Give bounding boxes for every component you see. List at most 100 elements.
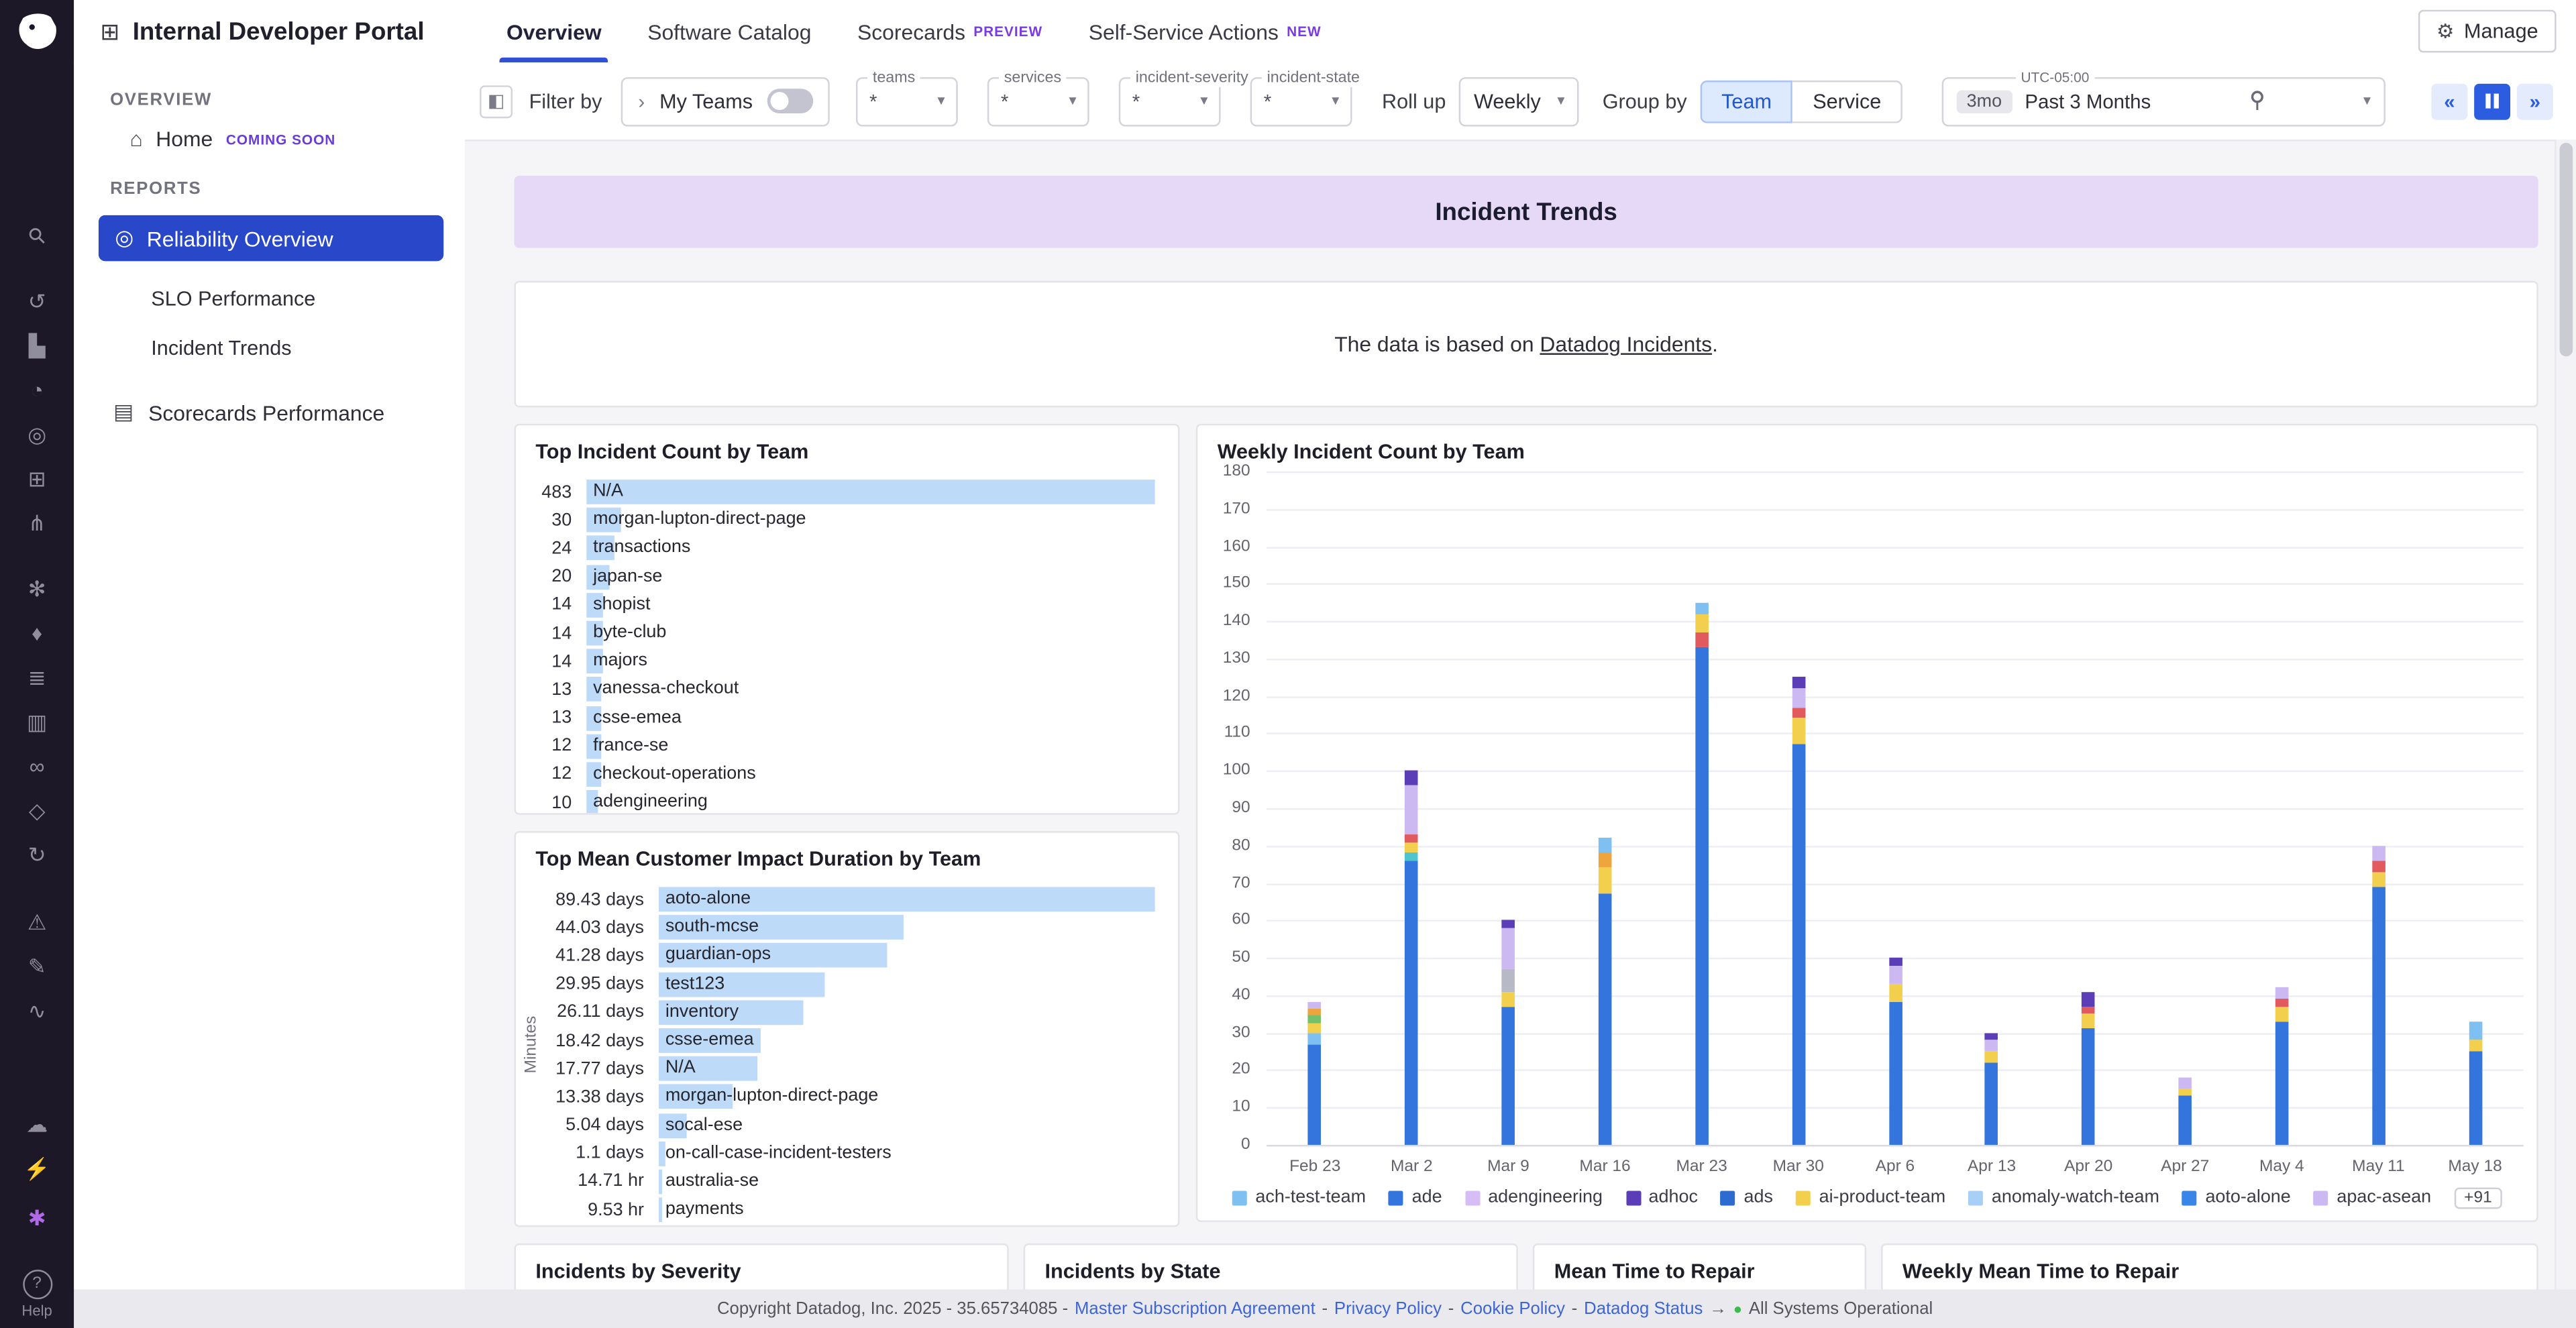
groupby-team-button[interactable]: Team	[1700, 80, 1793, 123]
bar-row: 5.04 dayssocal-ese	[552, 1111, 1155, 1140]
footer-link[interactable]: Privacy Policy	[1334, 1299, 1442, 1319]
tab-self-service-actions[interactable]: Self-Service ActionsNEW	[1065, 0, 1344, 62]
groupby-service-button[interactable]: Service	[1793, 80, 1902, 123]
history-icon[interactable]: ↺	[0, 279, 74, 323]
watchdog-icon[interactable]: ◎	[0, 412, 74, 457]
sidebar-item-slo-performance[interactable]: SLO Performance	[151, 274, 465, 323]
my-teams-toggle[interactable]	[767, 89, 814, 113]
skip-back-button[interactable]: «	[2431, 83, 2467, 119]
pin-icon[interactable]	[2249, 91, 2265, 112]
bar-segment	[1599, 894, 1612, 1145]
help-button[interactable]: ? Help	[0, 1270, 74, 1319]
legend-item[interactable]: ade	[1389, 1188, 1442, 1207]
bar[interactable]	[659, 1142, 665, 1166]
bar[interactable]	[659, 1170, 662, 1195]
legend-item[interactable]: adhoc	[1625, 1188, 1698, 1207]
stacked-bar[interactable]	[1405, 472, 1419, 1145]
bits-ai-icon[interactable]: ✱	[0, 1196, 74, 1240]
collapse-sidebar-button[interactable]: ◧	[480, 85, 513, 117]
apm-icon[interactable]: ∞	[0, 744, 74, 788]
filter-dropdown-teams[interactable]: teams*▾	[856, 76, 958, 125]
sidebar-item-scorecards-performance[interactable]: ▤ Scorecards Performance	[113, 399, 465, 425]
manage-button[interactable]: ⚙ Manage	[2418, 10, 2557, 53]
stacked-bar[interactable]	[1888, 472, 1902, 1145]
tools-icon[interactable]: ✎	[0, 944, 74, 989]
stacked-bar[interactable]	[1308, 472, 1322, 1145]
dropdown-label: incident-severity	[1130, 68, 1253, 87]
integrations-icon[interactable]: ⊞	[0, 457, 74, 501]
stacked-bar[interactable]	[1502, 472, 1515, 1145]
legend-item[interactable]: ach-test-team	[1232, 1188, 1366, 1207]
metrics-icon[interactable]: ▙	[0, 323, 74, 368]
sidebar-item-incident-trends[interactable]: Incident Trends	[151, 323, 465, 372]
tab-software-catalog[interactable]: Software Catalog	[625, 0, 835, 62]
bar-segment	[1308, 1003, 1322, 1008]
time-range-picker[interactable]: UTC-05:00 3mo Past 3 Months ▾	[1942, 76, 2385, 125]
legend-item[interactable]: aoto-alone	[2182, 1188, 2291, 1207]
bar-segment	[1405, 861, 1419, 1145]
bar[interactable]	[659, 1198, 662, 1223]
service-map-icon[interactable]: ⋔	[0, 501, 74, 545]
legend-overflow-badge[interactable]: +91	[2454, 1186, 2502, 1208]
bottom-card: Mean Time to Repair	[1533, 1243, 1866, 1290]
error-tracking-icon[interactable]: ⚠	[0, 900, 74, 944]
tab-overview[interactable]: Overview	[484, 0, 625, 62]
footer-link[interactable]: Master Subscription Agreement	[1075, 1299, 1316, 1319]
stacked-bar[interactable]	[2469, 472, 2482, 1145]
bar[interactable]	[586, 480, 1155, 504]
monitors-icon[interactable]: ◔	[0, 368, 74, 412]
y-axis-tick: 70	[1232, 874, 1250, 892]
bar-segment	[1405, 785, 1419, 834]
sidebar: OVERVIEW ⌂ Home COMING SOON REPORTS ◎ Re…	[74, 62, 466, 1289]
legend-item[interactable]: adengineering	[1465, 1188, 1603, 1207]
bar-segment	[2178, 1078, 2192, 1089]
stacked-bar[interactable]	[2178, 472, 2192, 1145]
footer-link[interactable]: Datadog Status	[1584, 1299, 1703, 1319]
rum-icon[interactable]: ↻	[0, 833, 74, 877]
software-catalog-icon[interactable]: ◇	[0, 789, 74, 833]
filter-dropdown-services[interactable]: services*▾	[987, 76, 1089, 125]
legend-item[interactable]: ai-product-team	[1796, 1188, 1945, 1207]
filter-dropdown-incident-state[interactable]: incident-state*▾	[1250, 76, 1352, 125]
security-icon[interactable]: ♦	[0, 611, 74, 655]
my-teams-filter[interactable]: › My Teams	[622, 76, 830, 125]
datadog-incidents-link[interactable]: Datadog Incidents	[1540, 332, 1712, 357]
logs-icon[interactable]: ≣	[0, 655, 74, 700]
filter-dropdown-incident-severity[interactable]: incident-severity*▾	[1119, 76, 1221, 125]
stacked-bar[interactable]	[1792, 472, 1805, 1145]
legend-item[interactable]: apac-asean	[2314, 1188, 2431, 1207]
skip-forward-button[interactable]: »	[2517, 83, 2553, 119]
scrollbar-thumb[interactable]	[2560, 143, 2573, 356]
rollup-select[interactable]: Weekly ▾	[1459, 76, 1580, 125]
sidebar-item-reliability-overview[interactable]: ◎ Reliability Overview	[99, 215, 443, 262]
stacked-bar[interactable]	[1695, 472, 1709, 1145]
stacked-bar[interactable]	[2082, 472, 2095, 1145]
bar-track: socal-ese	[659, 1113, 1155, 1138]
infrastructure-icon[interactable]: ☁	[0, 1102, 74, 1146]
tab-scorecards[interactable]: ScorecardsPREVIEW	[835, 0, 1066, 62]
vertical-scrollbar[interactable]	[2555, 140, 2576, 1289]
reliability-overview-label: Reliability Overview	[147, 226, 333, 251]
search-icon[interactable]: ⚲	[0, 194, 78, 278]
legend-item[interactable]: anomaly-watch-team	[1969, 1188, 2159, 1207]
stacked-bar[interactable]	[1985, 472, 1998, 1145]
legend-swatch	[1465, 1190, 1480, 1205]
legend-item[interactable]: ads	[1721, 1188, 1773, 1207]
stacked-bar[interactable]	[1599, 472, 1612, 1145]
stacked-bar[interactable]	[2275, 472, 2289, 1145]
bar-row: 24transactions	[529, 535, 1155, 563]
dropdown-value: *	[869, 89, 877, 112]
legend-label: ach-test-team	[1255, 1188, 1366, 1207]
bar-segment	[2082, 1007, 2095, 1014]
datadog-logo[interactable]	[0, 11, 74, 51]
x-axis-label: May 18	[2448, 1158, 2502, 1176]
ci-icon[interactable]: ▥	[0, 700, 74, 744]
stacked-bar[interactable]	[2372, 472, 2385, 1145]
footer-link[interactable]: Cookie Policy	[1460, 1299, 1565, 1319]
sidebar-item-home[interactable]: ⌂ Home COMING SOON	[129, 127, 465, 152]
serverless-icon[interactable]: ⚡	[0, 1146, 74, 1191]
bar-track: japan-se	[586, 565, 1155, 590]
org-icon[interactable]: ✻	[0, 567, 74, 611]
synthetics-icon[interactable]: ∿	[0, 989, 74, 1033]
pause-button[interactable]	[2474, 83, 2510, 119]
